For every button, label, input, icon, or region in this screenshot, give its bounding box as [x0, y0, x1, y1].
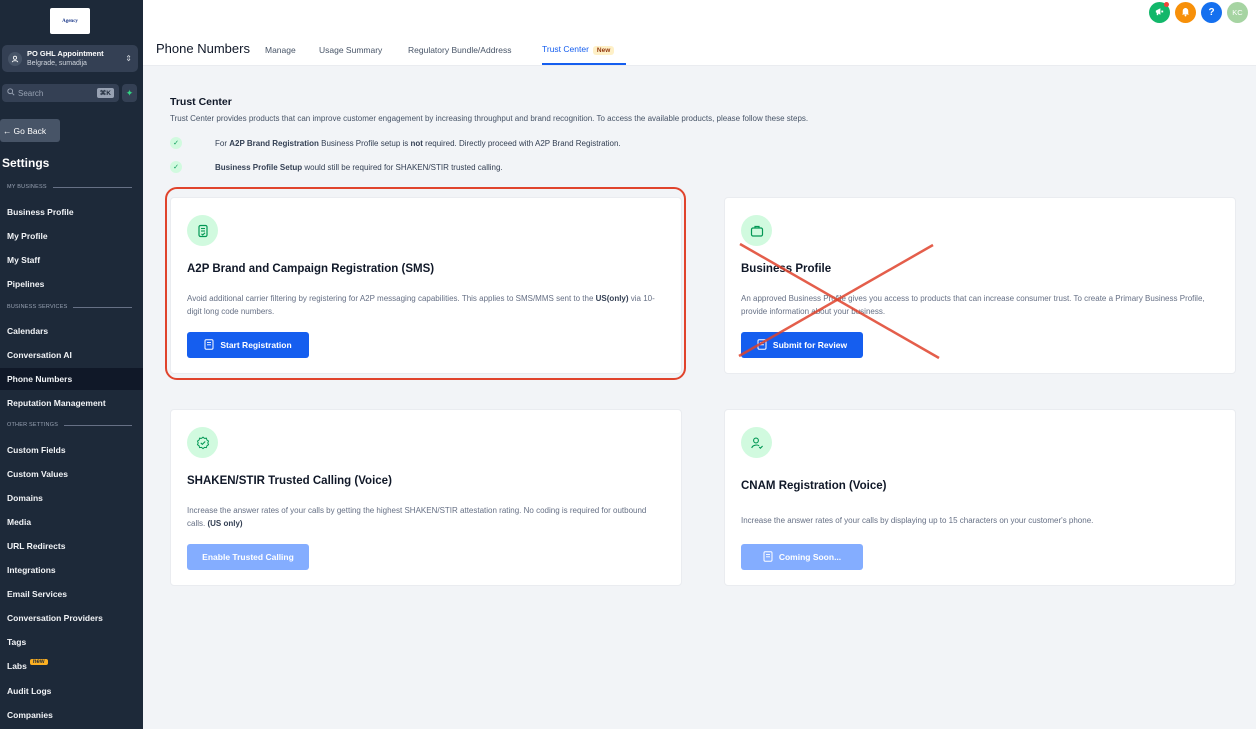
- help-button[interactable]: ?: [1201, 2, 1222, 23]
- business-profile-card: Business Profile An approved Business Pr…: [724, 197, 1236, 374]
- trust-center-new-badge: New: [592, 46, 615, 55]
- a2p-registration-card: A2P Brand and Campaign Registration (SMS…: [170, 197, 682, 374]
- briefcase-icon: [741, 215, 772, 246]
- step-a2p-note: ✓ For A2P Brand Registration Business Pr…: [170, 137, 621, 149]
- chevron-updown-icon: ⇕: [125, 54, 132, 63]
- search-icon: [7, 88, 15, 98]
- search-shortcut: ⌘K: [96, 88, 114, 98]
- sidebar-item-media[interactable]: Media: [0, 511, 143, 533]
- shaken-card-description: Increase the answer rates of your calls …: [187, 506, 647, 528]
- top-header: ? KC: [143, 0, 1256, 32]
- go-back-button[interactable]: ← Go Back: [0, 119, 60, 142]
- trust-center-description: Trust Center provides products that can …: [170, 114, 809, 123]
- sidebar-item-custom-values[interactable]: Custom Values: [0, 463, 143, 485]
- sidebar-item-conversation-ai[interactable]: Conversation AI: [0, 344, 143, 366]
- help-icon: ?: [1208, 7, 1215, 18]
- agency-logo[interactable]: Agency: [50, 8, 90, 34]
- step-business-profile-note: ✓ Business Profile Setup would still be …: [170, 161, 503, 173]
- sidebar-item-calendars[interactable]: Calendars: [0, 320, 143, 342]
- shaken-card-title: SHAKEN/STIR Trusted Calling (Voice): [187, 475, 392, 487]
- sidebar-item-companies[interactable]: Companies: [0, 704, 143, 726]
- sidebar-item-tags[interactable]: Tags: [0, 631, 143, 653]
- sidebar-item-audit-logs[interactable]: Audit Logs: [0, 680, 143, 702]
- tab-trust-center[interactable]: Trust Center New: [542, 44, 615, 55]
- document-icon: [204, 338, 214, 352]
- sidebar-item-conversation-providers[interactable]: Conversation Providers: [0, 607, 143, 629]
- active-tab-indicator: [542, 63, 626, 65]
- sidebar-item-labs[interactable]: Labs new: [0, 655, 143, 677]
- check-icon: ✓: [170, 137, 182, 149]
- section-business-services: BUSINESS SERVICES: [7, 304, 132, 310]
- tab-usage-summary[interactable]: Usage Summary: [319, 45, 382, 55]
- a2p-card-description: Avoid additional carrier filtering by re…: [187, 294, 655, 316]
- sidebar-item-domains[interactable]: Domains: [0, 487, 143, 509]
- arrow-left-icon: ←: [3, 125, 12, 136]
- cnam-card-description: Increase the answer rates of your calls …: [741, 516, 1094, 525]
- sidebar-item-email-services[interactable]: Email Services: [0, 583, 143, 605]
- user-avatar[interactable]: KC: [1227, 2, 1248, 23]
- sidebar-item-my-profile[interactable]: My Profile: [0, 225, 143, 247]
- a2p-card-title: A2P Brand and Campaign Registration (SMS…: [187, 263, 435, 275]
- sidebar-item-phone-numbers[interactable]: Phone Numbers: [0, 368, 143, 390]
- sparkle-icon: ✦: [125, 87, 134, 98]
- cnam-card: CNAM Registration (Voice) Increase the a…: [724, 409, 1236, 586]
- business-profile-card-description: An approved Business Profile gives you a…: [741, 294, 1205, 316]
- search-input[interactable]: Search ⌘K: [2, 84, 119, 102]
- check-icon: ✓: [170, 161, 182, 173]
- sidebar: Agency PO GHL Appointment Belgrade, suma…: [0, 0, 143, 729]
- sidebar-item-custom-fields[interactable]: Custom Fields: [0, 439, 143, 461]
- verified-badge-icon: [187, 427, 218, 458]
- cnam-card-title: CNAM Registration (Voice): [741, 480, 887, 492]
- tab-regulatory-bundle[interactable]: Regulatory Bundle/Address: [408, 45, 511, 55]
- document-check-icon: [187, 215, 218, 246]
- sidebar-item-reputation-management[interactable]: Reputation Management: [0, 392, 143, 414]
- notifications-button[interactable]: [1175, 2, 1196, 23]
- sidebar-item-pipelines[interactable]: Pipelines: [0, 273, 143, 295]
- submit-for-review-button[interactable]: Submit for Review: [741, 332, 863, 358]
- ai-sparkle-button[interactable]: ✦: [122, 84, 137, 102]
- sidebar-item-my-staff[interactable]: My Staff: [0, 249, 143, 271]
- section-other-settings: OTHER SETTINGS: [7, 422, 132, 428]
- user-check-icon: [741, 427, 772, 458]
- business-profile-card-title: Business Profile: [741, 263, 832, 275]
- sidebar-item-integrations[interactable]: Integrations: [0, 559, 143, 581]
- start-registration-button[interactable]: Start Registration: [187, 332, 309, 358]
- section-my-business: MY BUSINESS: [7, 184, 132, 190]
- settings-title: Settings: [2, 156, 50, 170]
- document-icon: [763, 550, 773, 564]
- sidebar-item-url-redirects[interactable]: URL Redirects: [0, 535, 143, 557]
- announcement-button[interactable]: [1149, 2, 1170, 23]
- shaken-stir-card: SHAKEN/STIR Trusted Calling (Voice) Incr…: [170, 409, 682, 586]
- location-icon: [8, 51, 22, 66]
- phone-numbers-subnav: Phone Numbers Manage Usage Summary Regul…: [143, 32, 1256, 66]
- account-name: PO GHL Appointment: [27, 49, 104, 59]
- bell-icon: [1180, 6, 1191, 20]
- document-icon: [757, 338, 767, 352]
- account-location: Belgrade, sumadija: [27, 59, 87, 67]
- tab-manage[interactable]: Manage: [265, 45, 296, 55]
- coming-soon-button[interactable]: Coming Soon...: [741, 544, 863, 570]
- labs-new-badge: new: [29, 659, 48, 665]
- megaphone-icon: [1154, 6, 1165, 20]
- trust-center-heading: Trust Center: [170, 96, 232, 108]
- enable-trusted-calling-button[interactable]: Enable Trusted Calling: [187, 544, 309, 570]
- sidebar-item-business-profile[interactable]: Business Profile: [0, 201, 143, 223]
- page-title: Phone Numbers: [156, 41, 250, 56]
- account-switcher[interactable]: PO GHL Appointment Belgrade, sumadija ⇕: [2, 45, 138, 72]
